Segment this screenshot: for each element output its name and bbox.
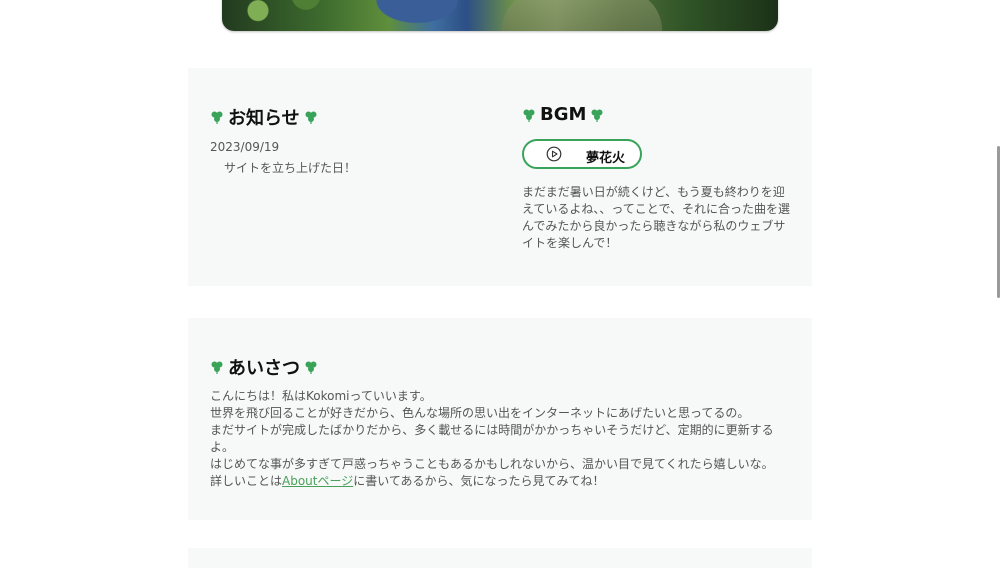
news-bgm-card: お知らせ 2023/09/19 サイトを立ち上げた日！ BGM 夢花火 まだまだ… [188, 68, 812, 286]
clover-icon [210, 360, 224, 374]
greeting-line-text: 詳しいことは [210, 474, 283, 488]
greeting-heading-label: あいさつ [228, 358, 300, 379]
hero-image [222, 0, 778, 31]
clover-icon [590, 108, 604, 122]
bgm-play-button[interactable]: 夢花火 [522, 139, 642, 169]
about-page-link[interactable]: Aboutページ [282, 474, 353, 488]
news-heading-label: お知らせ [228, 108, 300, 129]
greeting-line: はじめてな事が多すぎて戸惑っちゃうこともあるかもしれないから、温かい目で見てくれ… [210, 457, 774, 471]
next-card [188, 548, 812, 568]
greeting-line: こんにちは！私はKokomiっていいます。 [210, 389, 432, 403]
greeting-body: こんにちは！私はKokomiっていいます。 世界を飛び回ることが好きだから、色ん… [210, 388, 780, 490]
greeting-line: 詳しいことはAboutページに書いてあるから、気になったら見てみてね！ [210, 473, 780, 490]
greeting-line: まだサイトが完成したばかりだから、多く載せるには時間がかかっちゃいそうだけど、定… [210, 423, 774, 454]
news-heading: お知らせ [210, 104, 318, 130]
bgm-description: まだまだ暑い日が続くけど、もう夏も終わりを迎えているよね、、ってことで、それに合… [522, 185, 790, 250]
news-date: 2023/09/19 [210, 140, 280, 154]
greeting-card: あいさつ こんにちは！私はKokomiっていいます。 世界を飛び回ることが好きだ… [188, 318, 812, 520]
bgm-heading: BGM [522, 104, 604, 125]
bgm-heading-label: BGM [540, 104, 587, 125]
clover-icon [304, 110, 318, 124]
greeting-heading: あいさつ [210, 354, 318, 380]
clover-icon [304, 360, 318, 374]
clover-icon [210, 110, 224, 124]
greeting-line: 世界を飛び回ることが好きだから、色んな場所の思い出をインターネットにあげたいと思… [210, 406, 750, 420]
play-circle-icon [546, 146, 562, 162]
greeting-line-text: に書いてあるから、気になったら見てみてね！ [353, 474, 605, 488]
clover-icon [522, 108, 536, 122]
bgm-track-label: 夢花火 [586, 151, 626, 166]
news-text: サイトを立ち上げた日！ [224, 161, 357, 175]
